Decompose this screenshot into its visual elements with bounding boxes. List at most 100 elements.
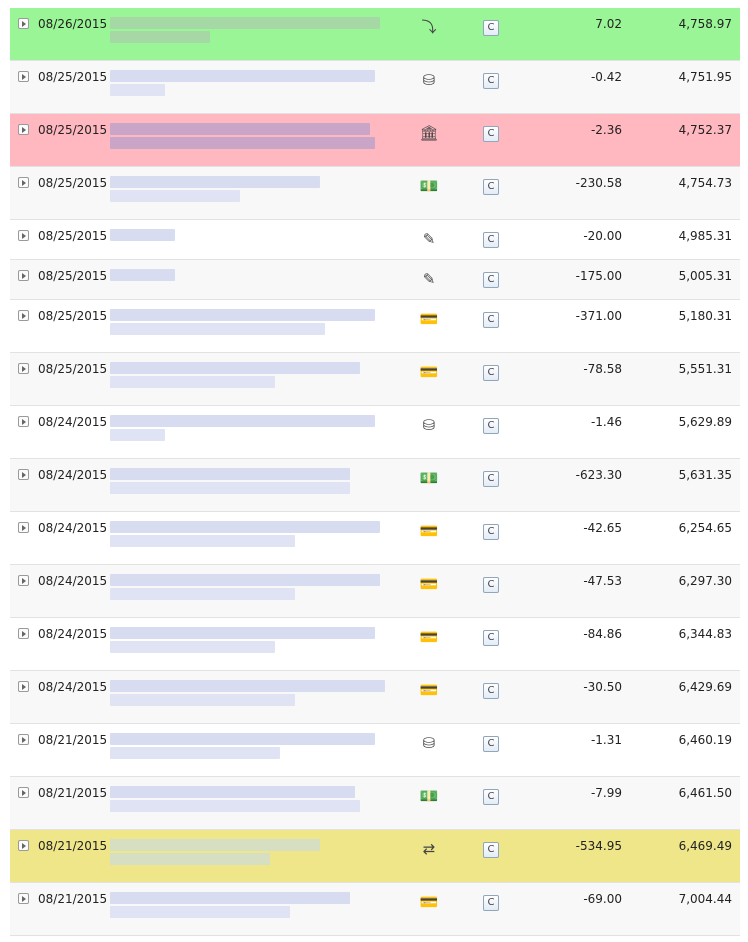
cleared-toggle-button[interactable]: C [483, 471, 499, 487]
expand-row-button[interactable] [18, 230, 29, 241]
cash-icon[interactable]: 💵 [418, 176, 440, 196]
coins-icon[interactable]: ⛁ [418, 70, 440, 90]
cleared-toggle-button[interactable]: C [483, 418, 499, 434]
running-balance: 6,461.50 [678, 786, 732, 800]
cleared-toggle-button[interactable]: C [483, 272, 499, 288]
transaction-amount: -47.53 [583, 574, 622, 588]
transaction-row[interactable]: 08/25/2015 💵 C -230.58 4,754.73 [10, 167, 740, 220]
expand-row-button[interactable] [18, 310, 29, 321]
transaction-row[interactable]: 08/24/2015 💳 C -42.65 6,254.65 [10, 512, 740, 565]
cleared-toggle-button[interactable]: C [483, 842, 499, 858]
expand-row-button[interactable] [18, 787, 29, 798]
transaction-row[interactable]: 08/25/2015 💳 C -78.58 5,551.31 [10, 353, 740, 406]
credit-card-icon[interactable]: 💳 [418, 627, 440, 647]
transaction-row[interactable]: 08/25/2015 ⛁ C -0.42 4,751.95 [10, 61, 740, 114]
cleared-toggle-button[interactable]: C [483, 577, 499, 593]
transaction-row[interactable]: 08/25/2015 💳 C -371.00 5,180.31 [10, 300, 740, 353]
expand-row-button[interactable] [18, 416, 29, 427]
transaction-amount: -42.65 [583, 521, 622, 535]
credit-card-icon[interactable]: 💳 [418, 309, 440, 329]
running-balance: 6,254.65 [678, 521, 732, 535]
credit-card-icon[interactable]: 💳 [418, 574, 440, 594]
transaction-description-redacted [110, 309, 385, 337]
expand-row-button[interactable] [18, 628, 29, 639]
transaction-amount: -20.00 [583, 229, 622, 243]
expand-row-button[interactable] [18, 177, 29, 188]
credit-card-icon[interactable]: 💳 [418, 680, 440, 700]
transaction-row[interactable]: 08/21/2015 ⛁ C -1.31 6,460.19 [10, 724, 740, 777]
expand-row-button[interactable] [18, 893, 29, 904]
expand-row-button[interactable] [18, 469, 29, 480]
check-icon[interactable]: ✎ [418, 269, 440, 289]
deposit-arrow-icon[interactable]: ⤵ [418, 17, 440, 37]
transaction-description-redacted [110, 176, 385, 204]
cleared-toggle-button[interactable]: C [483, 895, 499, 911]
expand-row-button[interactable] [18, 840, 29, 851]
credit-card-icon[interactable]: 💳 [418, 362, 440, 382]
transaction-row[interactable]: 08/24/2015 💳 C -84.86 6,344.83 [10, 618, 740, 671]
transaction-description-redacted [110, 892, 385, 920]
cleared-toggle-button[interactable]: C [483, 365, 499, 381]
expand-row-button[interactable] [18, 363, 29, 374]
credit-card-icon[interactable]: 💳 [418, 892, 440, 912]
transaction-date: 08/24/2015 [38, 415, 108, 429]
transaction-date: 08/21/2015 [38, 786, 108, 800]
transaction-date: 08/25/2015 [38, 176, 108, 190]
running-balance: 5,551.31 [678, 362, 732, 376]
cleared-toggle-button[interactable]: C [483, 630, 499, 646]
expand-row-button[interactable] [18, 71, 29, 82]
transaction-description-redacted [110, 415, 385, 443]
check-icon[interactable]: ✎ [418, 229, 440, 249]
expand-row-button[interactable] [18, 575, 29, 586]
cleared-toggle-button[interactable]: C [483, 683, 499, 699]
coins-icon[interactable]: ⛁ [418, 733, 440, 753]
transaction-description-redacted [110, 17, 385, 45]
cash-icon[interactable]: 💵 [418, 786, 440, 806]
transaction-date: 08/24/2015 [38, 680, 108, 694]
credit-card-icon[interactable]: 💳 [418, 521, 440, 541]
transaction-row[interactable]: 08/25/2015 ✎ C -20.00 4,985.31 [10, 220, 740, 260]
expand-row-button[interactable] [18, 124, 29, 135]
cleared-toggle-button[interactable]: C [483, 312, 499, 328]
transaction-row[interactable]: 08/21/2015 💳 C -69.00 7,004.44 [10, 883, 740, 936]
transaction-row[interactable]: 08/24/2015 💵 C -623.30 5,631.35 [10, 459, 740, 512]
expand-row-button[interactable] [18, 18, 29, 29]
transaction-description-redacted [110, 786, 385, 814]
transaction-date: 08/25/2015 [38, 362, 108, 376]
transaction-date: 08/26/2015 [38, 17, 108, 31]
transaction-row[interactable]: 08/21/2015 💵 C -7.99 6,461.50 [10, 777, 740, 830]
cleared-toggle-button[interactable]: C [483, 232, 499, 248]
transaction-row[interactable]: 08/24/2015 💳 C -47.53 6,297.30 [10, 565, 740, 618]
cleared-toggle-button[interactable]: C [483, 126, 499, 142]
transaction-row[interactable]: 08/21/2015 ⇄ C -534.95 6,469.49 [10, 830, 740, 883]
cleared-toggle-button[interactable]: C [483, 20, 499, 36]
transaction-date: 08/24/2015 [38, 627, 108, 641]
transfer-arrows-icon[interactable]: ⇄ [418, 839, 440, 859]
cleared-toggle-button[interactable]: C [483, 524, 499, 540]
transaction-row[interactable]: 08/25/2015 🏛 C -2.36 4,752.37 [10, 114, 740, 167]
bank-icon[interactable]: 🏛 [418, 123, 440, 143]
transaction-row[interactable]: 08/26/2015 ⤵ C 7.02 4,758.97 [10, 8, 740, 61]
transaction-row[interactable]: 08/25/2015 ✎ C -175.00 5,005.31 [10, 260, 740, 300]
transaction-description-redacted [110, 229, 385, 243]
cleared-toggle-button[interactable]: C [483, 73, 499, 89]
cleared-toggle-button[interactable]: C [483, 789, 499, 805]
transaction-amount: -84.86 [583, 627, 622, 641]
expand-row-button[interactable] [18, 734, 29, 745]
transaction-row[interactable]: 08/24/2015 ⛁ C -1.46 5,629.89 [10, 406, 740, 459]
expand-row-button[interactable] [18, 681, 29, 692]
running-balance: 4,751.95 [678, 70, 732, 84]
transaction-row[interactable]: 08/24/2015 💳 C -30.50 6,429.69 [10, 671, 740, 724]
cleared-toggle-button[interactable]: C [483, 736, 499, 752]
transaction-amount: -78.58 [583, 362, 622, 376]
transaction-date: 08/25/2015 [38, 70, 108, 84]
coins-icon[interactable]: ⛁ [418, 415, 440, 435]
transaction-amount: 7.02 [595, 17, 622, 31]
cash-icon[interactable]: 💵 [418, 468, 440, 488]
expand-row-button[interactable] [18, 270, 29, 281]
cleared-toggle-button[interactable]: C [483, 179, 499, 195]
expand-row-button[interactable] [18, 522, 29, 533]
running-balance: 6,429.69 [678, 680, 732, 694]
transaction-description-redacted [110, 269, 385, 283]
transaction-amount: -230.58 [575, 176, 622, 190]
